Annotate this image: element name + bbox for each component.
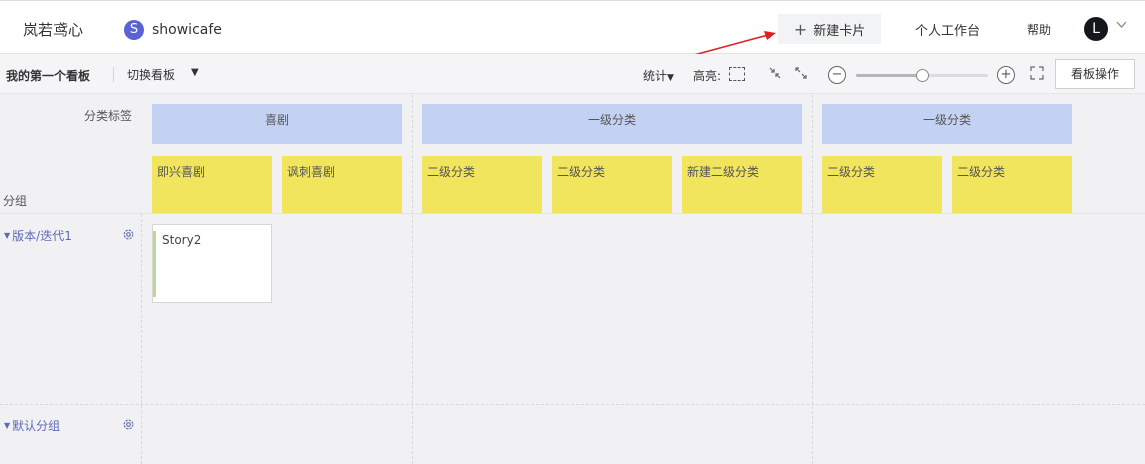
project-icon: S — [124, 20, 144, 40]
card-color-bar — [153, 231, 156, 297]
level2-category[interactable]: 即兴喜剧 — [152, 156, 272, 213]
board-title: 我的第一个看板 — [6, 69, 91, 83]
gear-icon[interactable] — [122, 418, 135, 431]
level2-category[interactable]: 新建二级分类 — [682, 156, 802, 213]
expand-icon[interactable] — [794, 66, 808, 80]
zoom-slider-thumb[interactable] — [916, 69, 929, 82]
new-card-label: 新建卡片 — [813, 23, 866, 39]
switch-board-button[interactable]: 切换看板 — [127, 66, 175, 83]
caret-down-icon[interactable]: ▼ — [191, 67, 199, 78]
group-row-label[interactable]: ▼ 默认分组 — [4, 417, 60, 434]
chevron-down-icon[interactable] — [1116, 21, 1127, 29]
toolbar-divider — [113, 67, 114, 82]
fullscreen-icon[interactable] — [1030, 66, 1044, 80]
level1-category[interactable]: 喜剧 — [152, 104, 402, 144]
group-row-name: 默认分组 — [12, 419, 61, 433]
level2-category[interactable]: 二级分类 — [552, 156, 672, 213]
group-label: 分组 — [3, 194, 28, 208]
level2-category[interactable]: 二级分类 — [422, 156, 542, 213]
project-name: showicafe — [152, 22, 222, 38]
avatar[interactable]: L — [1084, 17, 1108, 41]
story-card[interactable]: Story2 — [152, 224, 272, 303]
level1-category[interactable]: 一级分类 — [422, 104, 802, 144]
gear-icon[interactable] — [122, 228, 135, 241]
top-header: 岚若鸢心 S showicafe + 新建卡片 个人工作台 帮助 L — [0, 0, 1145, 56]
column-divider — [141, 214, 142, 464]
help-link[interactable]: 帮助 — [1027, 21, 1051, 38]
caret-down-icon: ▼ — [4, 421, 11, 430]
column-divider — [412, 95, 413, 464]
collapse-icon[interactable] — [768, 66, 782, 80]
column-divider — [812, 95, 813, 464]
category-tags-label: 分类标签 — [84, 109, 133, 123]
project-selector[interactable]: S showicafe — [124, 20, 222, 40]
header-divider — [0, 213, 1145, 214]
highlight-box-icon[interactable] — [729, 67, 745, 81]
board-actions-button[interactable]: 看板操作 — [1055, 59, 1135, 89]
level1-category[interactable]: 一级分类 — [822, 104, 1072, 144]
level2-category[interactable]: 二级分类 — [952, 156, 1072, 213]
level2-category[interactable]: 讽刺喜剧 — [282, 156, 402, 213]
card-title: Story2 — [162, 233, 202, 247]
brand-name[interactable]: 岚若鸢心 — [23, 19, 83, 40]
caret-down-icon: ▼ — [667, 73, 674, 83]
zoom-slider-fill — [856, 74, 922, 77]
plus-icon: + — [793, 19, 808, 39]
zoom-slider[interactable] — [856, 69, 988, 82]
workspace-link[interactable]: 个人工作台 — [915, 20, 980, 39]
caret-down-icon: ▼ — [4, 231, 11, 240]
kanban-board: 分类标签 分组 喜剧 一级分类 一级分类 即兴喜剧 讽刺喜剧 二级分类 二级分类… — [0, 95, 1145, 464]
group-row-name: 版本/迭代1 — [12, 229, 72, 243]
level2-category[interactable]: 二级分类 — [822, 156, 942, 213]
board-toolbar: 我的第一个看板 切换看板 ▼ 统计▼ 高亮: − + 看板操作 — [0, 54, 1145, 94]
new-card-button[interactable]: + 新建卡片 — [778, 14, 881, 44]
highlight-label: 高亮: — [693, 69, 722, 83]
zoom-in-icon[interactable]: + — [997, 66, 1015, 84]
stats-label: 统计 — [643, 69, 668, 83]
row-divider — [0, 404, 1145, 405]
zoom-out-icon[interactable]: − — [828, 66, 846, 84]
group-row-label[interactable]: ▼ 版本/迭代1 — [4, 227, 72, 244]
stats-dropdown[interactable]: 统计▼ — [643, 67, 674, 84]
